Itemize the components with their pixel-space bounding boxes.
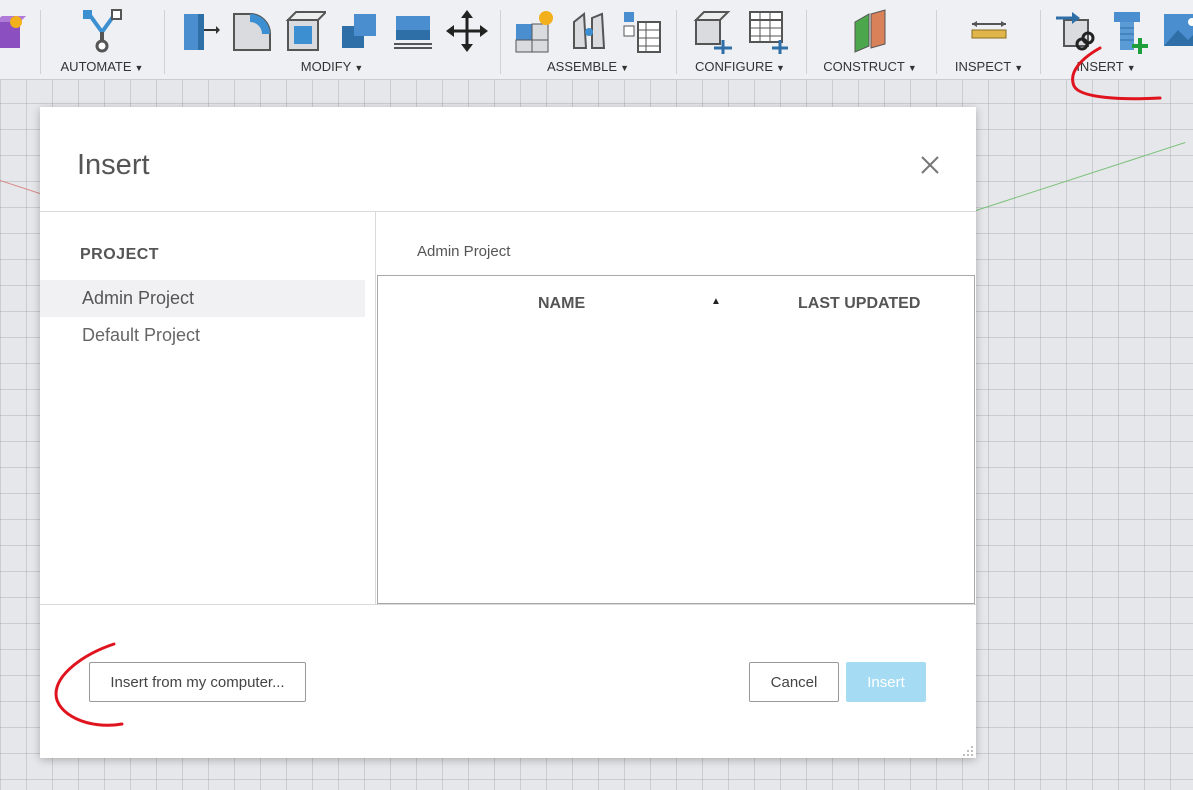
- toolbar-separator: [676, 10, 677, 74]
- toolbar-group-insert: INSERT ▼: [1046, 0, 1193, 80]
- table-icon[interactable]: [620, 8, 662, 54]
- project-item-label: Default Project: [82, 325, 201, 345]
- configure-cube-icon[interactable]: [692, 8, 734, 54]
- project-item-default[interactable]: Default Project: [40, 317, 365, 354]
- measure-icon[interactable]: [968, 8, 1010, 54]
- project-heading: PROJECT: [80, 246, 160, 263]
- sort-ascending-icon[interactable]: ▲: [711, 296, 721, 307]
- x-axis-line: [0, 180, 41, 194]
- insert-mcmaster-icon[interactable]: [1108, 8, 1150, 54]
- move-icon[interactable]: [446, 8, 488, 54]
- automate-node-icon[interactable]: [81, 8, 123, 54]
- toolbar-group-configure: CONFIGURE ▼: [682, 0, 798, 80]
- toolbar-group-assemble: ASSEMBLE ▼: [506, 0, 670, 80]
- insert-from-computer-button[interactable]: Insert from my computer...: [89, 662, 306, 702]
- fillet-icon[interactable]: [230, 8, 272, 54]
- resize-grip-icon[interactable]: [962, 744, 974, 756]
- create-sketch-icon[interactable]: [0, 8, 28, 54]
- project-item-label: Admin Project: [82, 288, 195, 308]
- toolbar-separator: [806, 10, 807, 74]
- new-component-icon[interactable]: [512, 8, 554, 54]
- toolbar-group-construct: CONSTRUCT ▼: [812, 0, 928, 80]
- toolbar-group-automate: AUTOMATE ▼: [44, 0, 160, 80]
- toolbar-menu-automate[interactable]: AUTOMATE ▼: [44, 59, 160, 74]
- toolbar-separator: [500, 10, 501, 74]
- toolbar-menu-insert[interactable]: INSERT ▼: [1046, 59, 1166, 74]
- insert-canvas-icon[interactable]: [1162, 8, 1193, 54]
- toolbar-group-inspect: INSPECT ▼: [942, 0, 1036, 80]
- shell-icon[interactable]: [284, 8, 326, 54]
- dialog-title: Insert: [77, 149, 150, 181]
- construct-plane-icon[interactable]: [849, 8, 891, 54]
- configure-table-icon[interactable]: [746, 8, 788, 54]
- insert-dialog: Insert PROJECT Admin Project Default Pro…: [40, 107, 976, 758]
- dialog-header-divider: [40, 211, 976, 212]
- y-axis-line: [975, 142, 1186, 211]
- insert-button[interactable]: Insert: [846, 662, 926, 702]
- insert-derive-icon[interactable]: [1054, 8, 1096, 54]
- toolbar-menu-assemble[interactable]: ASSEMBLE ▼: [506, 59, 670, 74]
- breadcrumb: Admin Project: [417, 243, 511, 260]
- toolbar-separator: [936, 10, 937, 74]
- toolbar-menu-inspect[interactable]: INSPECT ▼: [942, 59, 1036, 74]
- offset-face-icon[interactable]: [392, 8, 434, 54]
- toolbar-menu-modify[interactable]: MODIFY ▼: [172, 59, 492, 74]
- close-icon[interactable]: [916, 151, 944, 179]
- toolbar-separator: [40, 10, 41, 74]
- project-item-admin[interactable]: Admin Project: [40, 280, 365, 317]
- toolbar-separator: [164, 10, 165, 74]
- column-header-name[interactable]: NAME: [538, 295, 585, 313]
- press-pull-icon[interactable]: [178, 8, 220, 54]
- toolbar-group-modify: MODIFY ▼: [172, 0, 492, 80]
- toolbar-separator: [1040, 10, 1041, 74]
- toolbar-menu-construct[interactable]: CONSTRUCT ▼: [812, 59, 928, 74]
- cancel-button[interactable]: Cancel: [749, 662, 839, 702]
- column-header-last-updated[interactable]: LAST UPDATED: [798, 295, 920, 313]
- file-table: NAME ▲ LAST UPDATED: [377, 275, 975, 604]
- dialog-footer-divider: [40, 604, 976, 605]
- toolbar: AUTOMATE ▼ MODIFY ▼ ASSEMBLE ▼ CONFIGURE…: [0, 0, 1193, 80]
- combine-icon[interactable]: [338, 8, 380, 54]
- joint-icon[interactable]: [568, 8, 610, 54]
- dialog-sidebar-divider: [375, 212, 376, 604]
- toolbar-menu-configure[interactable]: CONFIGURE ▼: [682, 59, 798, 74]
